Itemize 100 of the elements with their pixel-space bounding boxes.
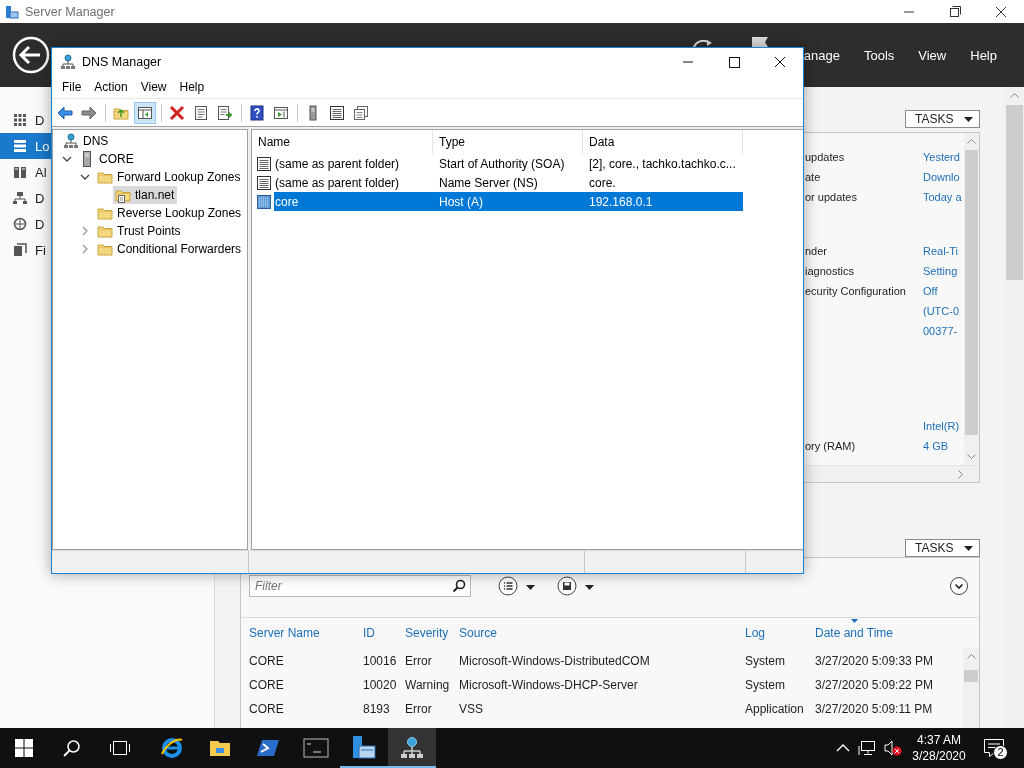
window-title: DNS Manager xyxy=(82,55,162,69)
tree-item[interactable]: DNS xyxy=(61,132,112,150)
property-link[interactable]: Off xyxy=(923,285,964,297)
scrollbar[interactable] xyxy=(963,648,979,728)
nav-item[interactable]: D xyxy=(0,211,51,237)
menu-item[interactable]: Help xyxy=(970,47,997,63)
menu-item[interactable]: Tools xyxy=(863,47,895,63)
nav-item[interactable]: Al xyxy=(0,159,51,185)
nav-item[interactable]: D xyxy=(0,107,51,133)
back-button[interactable] xyxy=(12,36,50,74)
tree-item[interactable]: Conditional Forwarders xyxy=(95,240,245,258)
nav-item[interactable]: Fi xyxy=(0,237,51,263)
table-cell-text: Error xyxy=(405,702,433,716)
folder-icon xyxy=(97,205,113,221)
property-link[interactable]: 00377- xyxy=(923,325,964,337)
menu-item[interactable]: Action xyxy=(88,80,135,94)
clock[interactable]: 4:37 AM 3/28/2020 xyxy=(912,728,966,768)
network-icon[interactable] xyxy=(858,740,876,756)
scroll-down-icon[interactable] xyxy=(967,454,976,459)
caret-icon xyxy=(964,116,973,122)
tasks-button[interactable]: TASKS xyxy=(905,539,980,557)
column-header[interactable]: Log xyxy=(745,618,766,642)
dns-icon xyxy=(400,736,424,760)
caret-up-icon[interactable] xyxy=(836,743,850,753)
menu-item[interactable]: View xyxy=(134,80,174,94)
scroll-up-icon[interactable] xyxy=(967,139,976,144)
table-cell-text: VSS xyxy=(459,702,484,716)
dns-icon xyxy=(60,54,76,70)
notification-button[interactable]: 2 xyxy=(976,728,1012,768)
filter-field[interactable]: Filter xyxy=(249,575,471,597)
column-header[interactable]: ID xyxy=(363,618,375,642)
property-label: ate xyxy=(805,171,822,183)
tasks-button[interactable]: TASKS xyxy=(905,110,980,128)
property-link[interactable]: Downlo xyxy=(923,171,964,183)
help-icon xyxy=(249,104,265,121)
nav-item[interactable]: Lo xyxy=(0,133,51,159)
property-link[interactable]: (UTC-0 xyxy=(923,305,964,317)
column-header[interactable]: Date and Time xyxy=(815,618,894,642)
tree-item[interactable]: Reverse Lookup Zones xyxy=(95,204,245,222)
property-label: or updates xyxy=(805,191,858,203)
property-link[interactable]: Real-Ti xyxy=(923,245,964,257)
window-play-icon xyxy=(273,104,289,121)
scrollbar-thumb[interactable] xyxy=(1006,105,1023,280)
nav-item[interactable]: D xyxy=(0,185,51,211)
column-header[interactable]: Name xyxy=(252,130,433,154)
caret-icon[interactable] xyxy=(526,585,535,590)
list-row[interactable]: (same as parent folder) Name Server (NS) core. xyxy=(274,173,743,192)
tree-item[interactable]: tlan.net xyxy=(113,186,178,204)
folder-document-icon xyxy=(115,187,131,203)
property-link[interactable]: Intel(R) xyxy=(923,420,964,432)
property-link[interactable]: Setting xyxy=(923,265,964,277)
list-icon[interactable] xyxy=(498,576,518,596)
volume-muted-icon[interactable] xyxy=(884,740,902,756)
taskbar-button[interactable] xyxy=(388,728,436,768)
scroll-right-icon[interactable] xyxy=(958,469,963,479)
list-row[interactable]: core Host (A) 192.168.0.1 xyxy=(274,192,743,211)
tree-item[interactable]: Forward Lookup Zones xyxy=(95,168,244,186)
window-pane-icon xyxy=(137,104,153,121)
scrollbar[interactable] xyxy=(1005,87,1024,728)
scroll-up-icon[interactable] xyxy=(966,654,976,659)
menu-item[interactable]: View xyxy=(918,47,947,63)
flag-icon[interactable] xyxy=(749,37,770,47)
table-cell-text: 10020 xyxy=(363,678,398,692)
column-header[interactable]: Data xyxy=(583,130,743,154)
scrollbar[interactable] xyxy=(805,465,979,482)
menu-item[interactable]: anage xyxy=(803,47,840,63)
caret-icon[interactable] xyxy=(585,585,594,590)
menu-item[interactable]: File xyxy=(56,80,89,94)
server-manager-icon xyxy=(351,735,377,761)
property-link[interactable]: 4 GB xyxy=(923,440,964,452)
scrollbar-thumb[interactable] xyxy=(964,670,978,682)
collapse-icon[interactable] xyxy=(949,576,969,596)
save-icon[interactable] xyxy=(557,576,577,596)
column-header[interactable]: Source xyxy=(459,618,498,642)
property-link[interactable]: Yesterd xyxy=(923,151,964,163)
column-header[interactable]: Server Name xyxy=(249,618,320,642)
scrollbar[interactable] xyxy=(964,133,979,465)
column-header[interactable]: Type xyxy=(433,130,583,154)
scrollbar-thumb[interactable] xyxy=(965,150,978,435)
table-cell-text: CORE xyxy=(249,678,285,692)
sort-arrow-icon xyxy=(850,619,858,623)
table-cell-text: CORE xyxy=(249,702,285,716)
list-row[interactable]: (same as parent folder) Start of Authority (SOA) [2], core., tachko.tachko.c... xyxy=(274,154,743,173)
property-link[interactable]: Today a xyxy=(923,191,964,203)
table-cell-text: 3/27/2020 5:09:11 PM xyxy=(815,702,934,716)
server-icon xyxy=(13,139,27,153)
record-icon xyxy=(256,193,272,210)
tree-item[interactable]: CORE xyxy=(77,150,137,168)
column-header[interactable]: Severity xyxy=(405,618,449,642)
scroll-up-icon[interactable] xyxy=(1010,93,1019,98)
tree-item[interactable]: Trust Points xyxy=(95,222,184,240)
delete-icon xyxy=(169,104,185,121)
folder-icon xyxy=(97,169,113,185)
table-cell-text: CORE xyxy=(249,654,285,668)
toolbar-button[interactable] xyxy=(134,101,156,124)
menu-item[interactable]: Help xyxy=(173,80,212,94)
files-icon xyxy=(13,243,27,257)
folder-icon xyxy=(97,223,113,239)
table-cell-text: Microsoft-Windows-DHCP-Server xyxy=(459,678,639,692)
notification-badge: 2 xyxy=(993,745,1008,760)
